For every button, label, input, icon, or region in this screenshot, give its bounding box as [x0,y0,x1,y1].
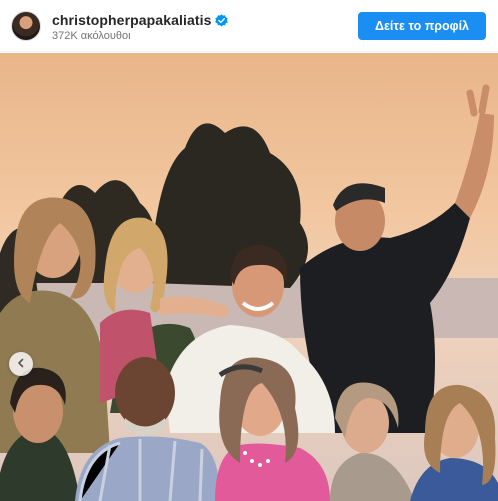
post-photo[interactable] [0,53,498,501]
chevron-left-icon [16,355,26,373]
previous-photo-button[interactable] [9,352,33,376]
followers-count: 372K ακόλουθοι [52,30,131,42]
post-header: christopherpapakaliatis 372K ακόλουθοι Δ… [0,0,498,52]
avatar[interactable] [11,11,41,41]
view-profile-button[interactable]: Δείτε το προφίλ [358,12,486,40]
username-row: christopherpapakaliatis [52,12,229,28]
username[interactable]: christopherpapakaliatis [52,12,211,28]
verified-badge-icon [215,13,229,27]
